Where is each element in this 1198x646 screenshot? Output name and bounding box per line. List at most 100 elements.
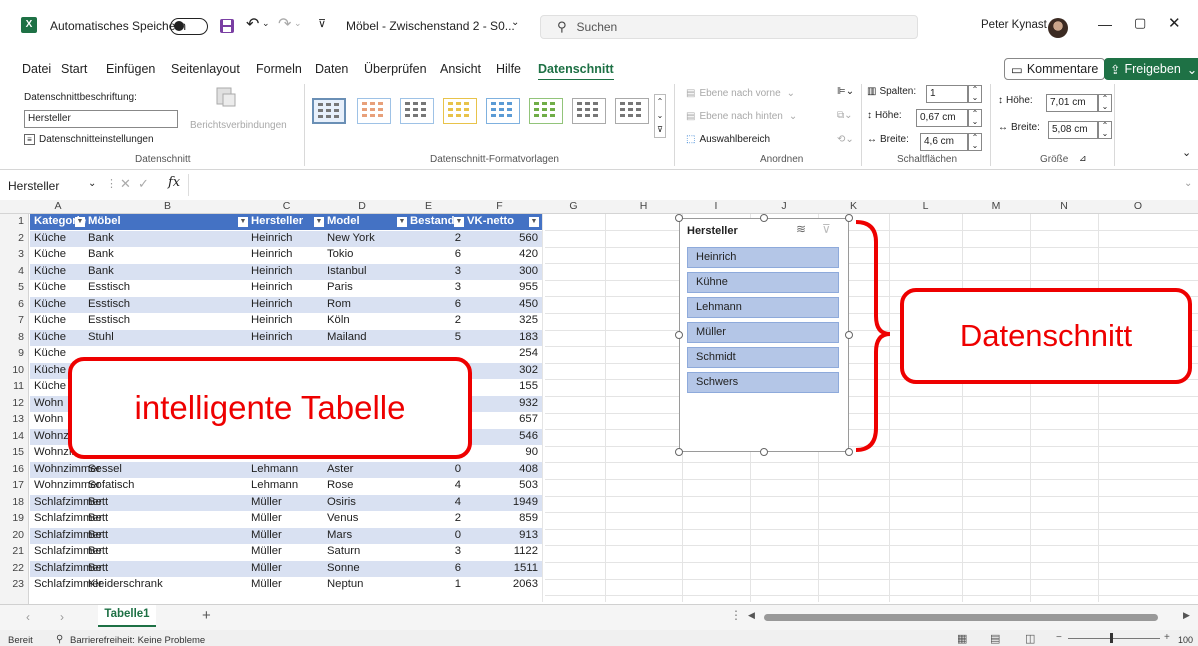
row-header[interactable]: 13 [0,413,28,425]
table-cell[interactable]: 1 [455,578,461,590]
button-height-input[interactable]: 0,67 cm [916,109,968,127]
page-break-icon[interactable]: ◫ [1025,632,1035,645]
table-row[interactable]: Wohnzimmer Sessel Lehmann Aster 0 408 [30,461,542,478]
table-cell[interactable]: Küche [34,265,66,277]
row-header[interactable]: 18 [0,496,28,508]
table-cell[interactable]: Müller [251,545,282,557]
styles-scroll[interactable]: ⌃ ⌄ ⊽ [654,94,666,138]
table-cell[interactable]: Heinrich [251,281,292,293]
table-cell[interactable]: 450 [519,298,538,310]
table-cell[interactable]: Rose [327,479,353,491]
table-cell[interactable]: Küche [34,314,66,326]
redo-icon[interactable]: ↷ [278,14,291,34]
table-cell[interactable]: Müller [251,562,282,574]
row-header[interactable]: 22 [0,562,28,574]
name-box-dropdown-icon[interactable]: ⌄ [88,178,96,189]
table-header-cell[interactable]: Hersteller [251,215,303,227]
table-cell[interactable]: Bank [88,265,114,277]
row-header[interactable]: 12 [0,397,28,409]
filter-dropdown-icon[interactable]: ▼ [238,217,248,227]
table-row[interactable]: Küche Esstisch Heinrich Rom 6 450 [30,296,542,313]
table-cell[interactable]: 6 [455,248,461,260]
send-backward-button[interactable]: ▤ Ebene nach hinten ⌄ [686,111,797,122]
table-cell[interactable]: 3 [455,281,461,293]
row-header[interactable]: 4 [0,265,28,277]
table-row[interactable]: Schlafzimmer Bett Müller Osiris 4 1949 [30,494,542,511]
clear-filter-icon[interactable]: ⊽ [822,222,831,236]
table-cell[interactable]: Paris [327,281,353,293]
table-row[interactable]: Küche Stuhl Heinrich Mailand 5 183 [30,329,542,346]
page-layout-icon[interactable]: ▤ [990,632,1000,645]
table-cell[interactable]: Kleiderschrank [88,578,163,590]
table-cell[interactable]: Heinrich [251,248,292,260]
zoom-slider-thumb[interactable] [1110,633,1113,643]
height-input[interactable]: 7,01 cm [1046,94,1098,112]
share-button[interactable]: ⇪ Freigeben ⌄ [1104,58,1198,80]
resize-handle[interactable] [675,331,683,339]
collapse-ribbon-icon[interactable]: ⌄ [1182,146,1191,159]
table-cell[interactable]: Küche [34,331,66,343]
row-header[interactable]: 5 [0,281,28,293]
menu-ansicht[interactable]: Ansicht [440,62,481,76]
close-icon[interactable]: ✕ [1168,14,1181,32]
customize-toolbar-icon[interactable]: ⊽ [318,17,326,30]
column-header[interactable]: G [542,200,605,214]
report-connections-label[interactable]: Berichtsverbindungen [190,120,287,131]
table-cell[interactable]: 90 [525,446,538,458]
row-header[interactable]: 20 [0,529,28,541]
table-cell[interactable]: Wohn [34,413,63,425]
row-header[interactable]: 7 [0,314,28,326]
resize-handle[interactable] [760,448,768,456]
sheet-tab-tabelle1[interactable]: Tabelle1 [98,605,156,627]
selection-pane-button[interactable]: ⬚ Auswahlbereich [686,134,770,145]
save-icon[interactable] [219,18,235,34]
column-header[interactable]: A [30,200,86,214]
table-cell[interactable]: New York [327,232,375,244]
height-spinner[interactable]: ⌃ ⌄ [1098,94,1112,112]
multi-select-icon[interactable]: ≋ [796,222,806,236]
menu-hilfe[interactable]: Hilfe [496,62,521,76]
column-header[interactable]: N [1030,200,1098,214]
table-row[interactable]: Wohnzimmer Sofatisch Lehmann Rose 4 503 [30,478,542,494]
table-row[interactable]: Küche Esstisch Heinrich Köln 2 325 [30,313,542,329]
table-cell[interactable]: Küche [34,380,66,392]
table-cell[interactable]: 300 [519,265,538,277]
table-row[interactable]: Küche Bank Heinrich New York 2 560 [30,230,542,247]
table-cell[interactable]: Heinrich [251,265,292,277]
table-cell[interactable]: 325 [519,314,538,326]
menu-ueberpruefen[interactable]: Überprüfen [364,62,427,76]
column-header[interactable]: M [962,200,1030,214]
table-row[interactable]: Schlafzimmer Bett Müller Mars 0 913 [30,527,542,544]
table-cell[interactable]: Istanbul [327,265,367,277]
table-cell[interactable]: Esstisch [88,298,130,310]
next-sheet-icon[interactable]: › [60,610,64,624]
table-cell[interactable]: Wohnz [34,430,69,442]
table-cell[interactable]: 6 [455,562,461,574]
table-cell[interactable]: Heinrich [251,298,292,310]
redo-dropdown-icon[interactable]: ⌄ [294,18,302,29]
slicer-style-2[interactable] [357,98,391,124]
column-header[interactable]: E [400,200,457,214]
table-cell[interactable]: Müller [251,529,282,541]
table-cell[interactable]: Bett [88,529,108,541]
table-row[interactable]: Schlafzimmer Kleiderschrank Müller Neptun 1 2… [30,577,542,593]
zoom-in-icon[interactable]: + [1164,632,1170,643]
table-cell[interactable]: 2 [455,232,461,244]
table-cell[interactable]: Bett [88,545,108,557]
size-dialog-launcher-icon[interactable]: ⊿ [1079,153,1087,164]
table-cell[interactable]: Saturn [327,545,360,557]
name-box[interactable]: Hersteller [8,179,59,193]
rotate-icon[interactable]: ⟲⌄ [837,134,854,145]
table-cell[interactable]: Venus [327,512,358,524]
table-cell[interactable]: 3 [455,265,461,277]
row-header[interactable]: 9 [0,347,28,359]
table-cell[interactable]: 955 [519,281,538,293]
table-cell[interactable]: Müller [251,496,282,508]
table-cell[interactable]: Lehmann [251,463,298,475]
table-cell[interactable]: 859 [519,512,538,524]
menu-formeln[interactable]: Formeln [256,62,302,76]
table-row[interactable]: Schlafzimmer Bett Müller Venus 2 859 [30,511,542,527]
table-cell[interactable]: 420 [519,248,538,260]
table-cell[interactable]: 4 [455,479,461,491]
slicer-item[interactable]: Lehmann [687,297,839,318]
